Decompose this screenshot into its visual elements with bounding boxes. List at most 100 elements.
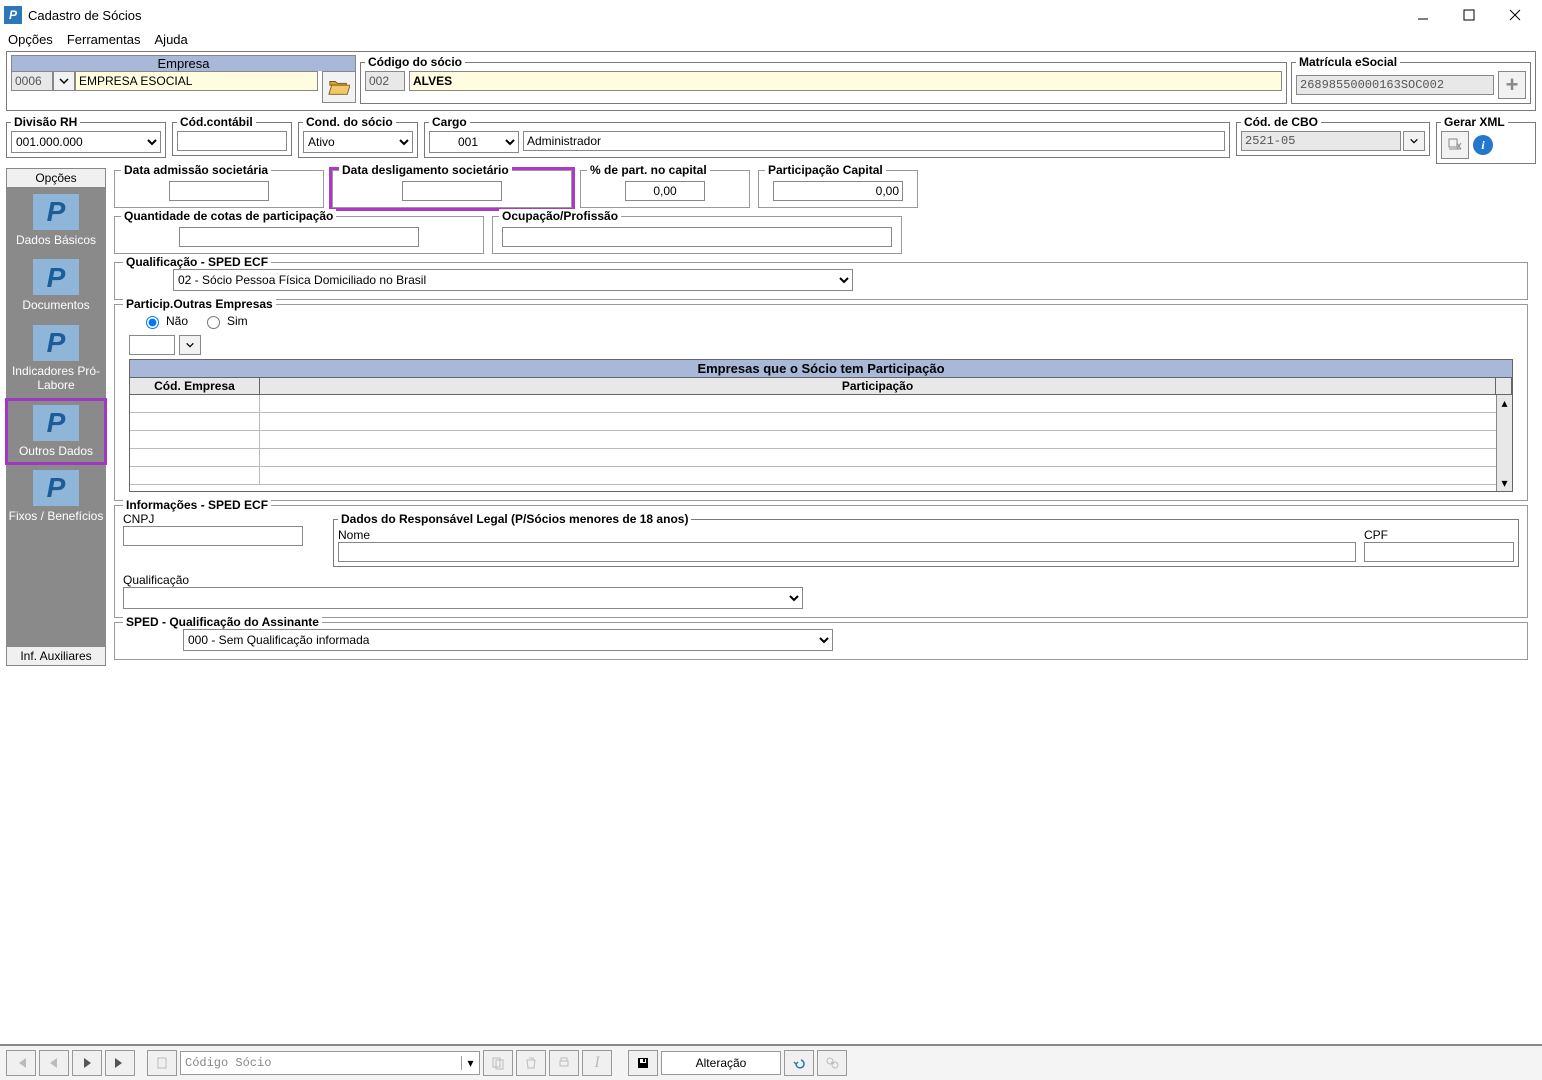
cargo-code-select[interactable]: 001 bbox=[429, 131, 519, 153]
bottombar: Código Sócio ▾ I Alteração bbox=[0, 1044, 1542, 1080]
sidebar-item-documentos[interactable]: P Documentos bbox=[6, 253, 106, 318]
radio-sim[interactable]: Sim bbox=[202, 313, 248, 329]
menu-opcoes[interactable]: Opções bbox=[8, 32, 53, 47]
tool-print-button[interactable] bbox=[549, 1050, 579, 1076]
empresa-lookup-button[interactable] bbox=[53, 71, 75, 91]
sidebar-item-label: Fixos / Benefícios bbox=[9, 509, 104, 523]
menubar: Opções Ferramentas Ajuda bbox=[0, 30, 1542, 51]
next-record-button[interactable] bbox=[72, 1050, 102, 1076]
tool-undo-button[interactable] bbox=[784, 1050, 814, 1076]
data-admissao-input[interactable] bbox=[169, 181, 269, 201]
empresa-picker-input[interactable] bbox=[129, 335, 175, 355]
empresa-open-button[interactable] bbox=[322, 71, 356, 103]
sidebar-tab-opcoes[interactable]: Opções bbox=[6, 168, 106, 188]
sped-assinante-group: 000 - Sem Qualificação informada bbox=[114, 622, 1528, 660]
data-admissao-group bbox=[114, 170, 324, 208]
tool-italic-button[interactable]: I bbox=[582, 1050, 612, 1076]
close-button[interactable] bbox=[1492, 0, 1538, 30]
tool-search-button[interactable] bbox=[817, 1050, 847, 1076]
ocupacao-input[interactable] bbox=[502, 227, 892, 247]
sidebar-item-fixos-beneficios[interactable]: P Fixos / Benefícios bbox=[6, 464, 106, 529]
sidebar-item-label: Indicadores Pró-Labore bbox=[8, 364, 104, 393]
data-desligamento-group bbox=[332, 170, 572, 208]
empresa-codigo-input[interactable] bbox=[11, 71, 53, 91]
sidebar-item-outros-dados[interactable]: P Outros Dados bbox=[6, 399, 106, 464]
qtd-cotas-input[interactable] bbox=[179, 227, 419, 247]
sidebar-item-dados-basicos[interactable]: P Dados Básicos bbox=[6, 188, 106, 253]
matricula-legend: Matrícula eSocial bbox=[1296, 55, 1400, 69]
data-desligamento-input[interactable] bbox=[402, 181, 502, 201]
titlebar: P Cadastro de Sócios bbox=[0, 0, 1542, 30]
qualif2-select[interactable] bbox=[123, 587, 803, 609]
qualif-sped-select[interactable]: 02 - Sócio Pessoa Física Domiciliado no … bbox=[173, 269, 853, 291]
matricula-add-button[interactable]: + bbox=[1498, 71, 1526, 99]
status-mode: Alteração bbox=[661, 1051, 781, 1075]
sidebar-item-indicadores[interactable]: P Indicadores Pró-Labore bbox=[6, 319, 106, 399]
cpf-input[interactable] bbox=[1364, 542, 1514, 562]
cargo-desc-input[interactable] bbox=[523, 131, 1225, 151]
sidebar: Opções P Dados Básicos P Documentos P In… bbox=[6, 168, 106, 666]
info-icon[interactable]: i bbox=[1473, 135, 1493, 155]
info-sped-group: CNPJ Dados do Responsável Legal (P/Sócio… bbox=[114, 505, 1528, 618]
cond-socio-select[interactable]: Ativo bbox=[303, 131, 413, 153]
cnpj-input[interactable] bbox=[123, 526, 303, 546]
minimize-button[interactable] bbox=[1400, 0, 1446, 30]
cargo-group: Cargo 001 bbox=[424, 115, 1230, 158]
cod-cbo-input[interactable] bbox=[1241, 131, 1401, 151]
radio-nao[interactable]: Não bbox=[141, 313, 188, 329]
codigo-socio-code-input[interactable] bbox=[365, 71, 405, 91]
divisao-rh-group: Divisão RH 001.000.000 bbox=[6, 115, 166, 158]
empresa-header: Empresa bbox=[11, 55, 356, 71]
empresa-picker-button[interactable] bbox=[179, 335, 201, 355]
first-record-button[interactable] bbox=[6, 1050, 36, 1076]
tool-delete-button[interactable] bbox=[516, 1050, 546, 1076]
part-capital-input[interactable] bbox=[773, 181, 903, 201]
empresa-nome-input[interactable] bbox=[75, 71, 318, 91]
search-dropdown-button[interactable]: ▾ bbox=[461, 1056, 479, 1070]
qtd-cotas-group bbox=[114, 216, 484, 254]
nome-input[interactable] bbox=[338, 542, 1356, 562]
particip-table-title: Empresas que o Sócio tem Participação bbox=[130, 360, 1512, 378]
app-icon: P bbox=[4, 6, 22, 24]
divisao-rh-select[interactable]: 001.000.000 bbox=[11, 131, 161, 153]
p-icon: P bbox=[33, 405, 79, 441]
cargo-label: Cargo bbox=[429, 115, 470, 129]
particip-table-body[interactable]: ▴▾ bbox=[130, 395, 1512, 491]
tool-save-button[interactable] bbox=[628, 1050, 658, 1076]
codigo-socio-legend: Código do sócio bbox=[365, 55, 465, 69]
particip-table: Empresas que o Sócio tem Participação Có… bbox=[129, 359, 1513, 492]
cod-cbo-label: Cód. de CBO bbox=[1241, 115, 1321, 129]
prev-record-button[interactable] bbox=[39, 1050, 69, 1076]
th-cod-empresa: Cód. Empresa bbox=[130, 378, 260, 394]
matricula-group: Matrícula eSocial + bbox=[1291, 55, 1531, 104]
new-record-button[interactable] bbox=[147, 1050, 177, 1076]
cod-contabil-label: Cód.contábil bbox=[177, 115, 256, 129]
sidebar-item-label: Outros Dados bbox=[19, 444, 93, 458]
last-record-button[interactable] bbox=[105, 1050, 135, 1076]
search-input-wrap[interactable]: Código Sócio ▾ bbox=[180, 1051, 480, 1075]
search-placeholder: Código Sócio bbox=[185, 1056, 461, 1070]
gerar-xml-button[interactable] bbox=[1441, 131, 1469, 159]
tool-copy-button[interactable] bbox=[483, 1050, 513, 1076]
window-title: Cadastro de Sócios bbox=[28, 8, 141, 23]
pct-part-input[interactable] bbox=[625, 181, 705, 201]
second-row: Divisão RH 001.000.000 Cód.contábil Cond… bbox=[6, 115, 1536, 164]
table-scrollbar[interactable]: ▴▾ bbox=[1496, 395, 1512, 491]
particip-outras-group: Não Sim Empresas que o Sócio tem Partici… bbox=[114, 304, 1528, 501]
cond-socio-group: Cond. do sócio Ativo bbox=[298, 115, 418, 158]
sidebar-tab-inf-auxiliares[interactable]: Inf. Auxiliares bbox=[6, 646, 106, 666]
codigo-socio-name-input[interactable] bbox=[409, 71, 1282, 91]
cod-cbo-lookup-button[interactable] bbox=[1403, 131, 1425, 151]
content-area: Opções P Dados Básicos P Documentos P In… bbox=[6, 168, 1536, 666]
menu-ajuda[interactable]: Ajuda bbox=[155, 32, 188, 47]
maximize-button[interactable] bbox=[1446, 0, 1492, 30]
sped-assinante-select[interactable]: 000 - Sem Qualificação informada bbox=[183, 629, 833, 651]
matricula-input[interactable] bbox=[1296, 75, 1494, 95]
cond-socio-label: Cond. do sócio bbox=[303, 115, 396, 129]
cod-contabil-input[interactable] bbox=[177, 131, 287, 151]
cpf-label: CPF bbox=[1364, 528, 1514, 542]
menu-ferramentas[interactable]: Ferramentas bbox=[67, 32, 141, 47]
codigo-socio-group: Código do sócio bbox=[360, 55, 1287, 104]
cod-cbo-group: Cód. de CBO bbox=[1236, 115, 1430, 156]
cnpj-label: CNPJ bbox=[123, 512, 313, 526]
